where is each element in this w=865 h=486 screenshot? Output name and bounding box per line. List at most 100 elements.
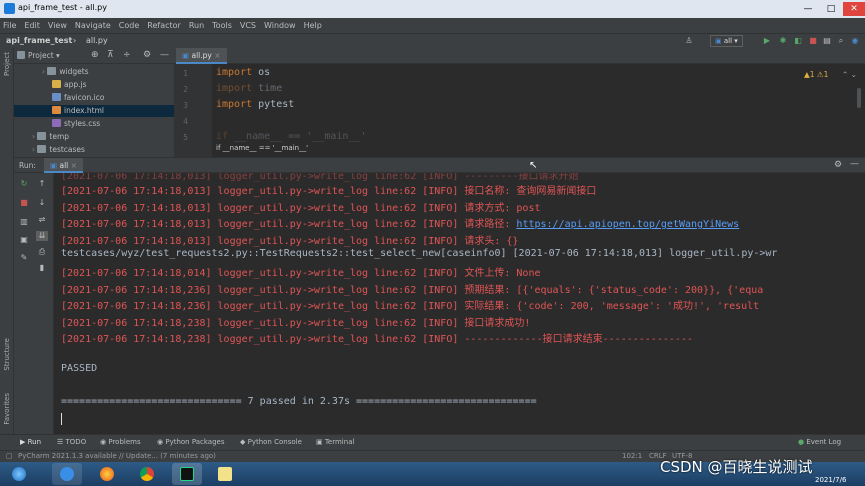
text-caret [61, 413, 62, 425]
hide-icon[interactable]: — [850, 159, 859, 169]
python-console-tool-tab[interactable]: ◆ Python Console [240, 438, 302, 446]
menu-code[interactable]: Code [119, 21, 139, 30]
stop-icon[interactable]: ■ [18, 198, 30, 208]
ide-update-icon[interactable]: ◉ [850, 36, 860, 46]
search-icon[interactable]: ⌕ [836, 36, 846, 46]
menu-vcs[interactable]: VCS [240, 21, 256, 30]
menu-view[interactable]: View [48, 21, 67, 30]
scroll-to-end-icon[interactable]: ⇊ [36, 231, 48, 241]
tree-item-widgets[interactable]: › widgets [42, 66, 89, 78]
maximize-button[interactable]: □ [820, 2, 842, 16]
menu-edit[interactable]: Edit [24, 21, 40, 30]
console-link[interactable]: https://api.apiopen.top/getWangYiNews [516, 219, 739, 230]
status-message[interactable]: PyCharm 2021.1.3 available // Update... … [18, 452, 216, 460]
run-icon[interactable]: ▶ [762, 36, 772, 46]
menu-tools[interactable]: Tools [212, 21, 232, 30]
todo-tool-tab[interactable]: ☰ TODO [57, 438, 86, 446]
taskbar-pycharm[interactable] [172, 463, 202, 485]
hide-icon[interactable]: — [160, 50, 169, 60]
close-button[interactable]: ✕ [843, 2, 865, 16]
menu-window[interactable]: Window [264, 21, 296, 30]
user-icon[interactable]: ♙ [684, 36, 694, 46]
close-tab-icon[interactable]: × [214, 51, 220, 60]
project-panel-title: Project [28, 51, 54, 60]
taskbar-notes[interactable] [210, 463, 240, 485]
locate-icon[interactable]: ⊕ [91, 50, 99, 60]
menu-file[interactable]: File [3, 21, 16, 30]
editor-tabs: ▣ all.py × [174, 48, 865, 64]
inspection-widget[interactable]: ▲1 ⚠1 [804, 70, 828, 79]
tree-item-temp[interactable]: › temp [32, 131, 69, 143]
tree-item-index-html[interactable]: index.html [14, 105, 174, 117]
js-file-icon [52, 80, 61, 88]
editor-scrollbar[interactable] [857, 88, 861, 108]
caret-position[interactable]: 102:1 [622, 452, 642, 460]
minimize-button[interactable]: — [797, 2, 819, 16]
code-line: import os [216, 67, 271, 78]
tree-item-styles-css[interactable]: styles.css [52, 118, 100, 130]
code-editor[interactable]: import os import time import pytest if _… [212, 64, 865, 157]
menu-run[interactable]: Run [189, 21, 204, 30]
breadcrumb-file[interactable]: all.py [86, 36, 108, 45]
watermark: CSDN @百晓生说测试 [660, 458, 813, 476]
taskbar-firefox[interactable] [92, 463, 122, 485]
python-icon: ▣ [715, 37, 724, 45]
python-packages-tool-tab[interactable]: ◉ Python Packages [157, 438, 225, 446]
tree-item-app-js[interactable]: app.js [52, 79, 87, 91]
taskbar-sogou[interactable] [52, 463, 82, 485]
left-tool-strip: Project Structure Favorites [0, 48, 14, 434]
run-icon: ▶ [20, 438, 28, 446]
tree-item-favicon[interactable]: favicon.ico [52, 92, 104, 104]
gear-icon[interactable]: ⚙ [143, 50, 151, 60]
breadcrumb-project[interactable]: api_frame_test [6, 36, 72, 45]
clear-all-icon[interactable]: ▮ [36, 263, 48, 273]
project-tool-tab[interactable]: Project [3, 52, 11, 76]
inspection-nav-icon[interactable]: ⌃ ⌄ [842, 70, 857, 79]
expand-icon[interactable]: ÷ [123, 50, 131, 60]
run-console[interactable]: [2021-07-06 17:14:18,013] logger_util.py… [54, 173, 865, 434]
structure-tool-tab[interactable]: Structure [3, 338, 11, 371]
favorites-tool-tab[interactable]: Favorites [3, 393, 11, 425]
project-view-selector[interactable]: Project ▾ [28, 51, 60, 60]
terminal-icon: ▣ [316, 438, 325, 446]
soft-wrap-icon[interactable]: ⇌ [36, 215, 48, 225]
menu-help[interactable]: Help [304, 21, 322, 30]
tree-item-testcases[interactable]: › testcases [32, 144, 85, 156]
build-icon[interactable]: ▤ [822, 36, 832, 46]
gear-icon[interactable]: ⚙ [834, 160, 842, 170]
stop-icon[interactable]: ■ [808, 36, 818, 46]
console-line: [2021-07-06 17:14:18,013] logger_util.py… [61, 203, 541, 214]
taskbar-chrome[interactable] [132, 463, 162, 485]
folder-icon [37, 132, 47, 140]
run-config-label: all [723, 37, 733, 45]
print-icon[interactable]: ⎙ [36, 247, 48, 257]
run-tool-tab[interactable]: ▶ Run [20, 438, 41, 446]
folder-icon [47, 67, 57, 75]
scroll-down-icon[interactable]: ↓ [36, 198, 48, 208]
scroll-up-icon[interactable]: ↑ [36, 179, 48, 189]
restore-layout-icon[interactable]: ▥ [18, 217, 30, 227]
rerun-icon[interactable]: ↻ [18, 179, 30, 189]
run-tab-all[interactable]: ▣ all × [44, 158, 83, 173]
line-number: 1 [183, 69, 188, 78]
pycharm-logo-icon [4, 3, 15, 14]
image-file-icon [52, 93, 61, 101]
console-line: [2021-07-06 17:14:18,013] logger_util.py… [61, 219, 740, 230]
run-config-selector[interactable]: ▣ all ▾ [710, 35, 743, 47]
menu-navigate[interactable]: Navigate [75, 21, 111, 30]
console-line: [2021-07-06 17:14:18,013] logger_util.py… [61, 186, 597, 197]
editor-gutter: 1 2 3 4 5 [174, 64, 212, 157]
editor-tab-all-py[interactable]: ▣ all.py × [176, 48, 227, 64]
code-line: if __name__ == '__main__' [216, 131, 367, 142]
menu-refactor[interactable]: Refactor [147, 21, 181, 30]
event-log-tool-tab[interactable]: ● Event Log [798, 438, 841, 446]
start-button[interactable] [4, 463, 34, 485]
pin-icon[interactable]: ✎ [18, 253, 30, 263]
pin-tab-icon[interactable]: ▣ [18, 235, 30, 245]
debug-icon[interactable]: ✱ [778, 36, 788, 46]
close-run-tab-icon[interactable]: × [71, 161, 77, 170]
coverage-icon[interactable]: ◧ [793, 36, 803, 46]
problems-tool-tab[interactable]: ◉ Problems [100, 438, 141, 446]
collapse-all-icon[interactable]: ⊼ [107, 50, 114, 60]
terminal-tool-tab[interactable]: ▣ Terminal [316, 438, 354, 446]
